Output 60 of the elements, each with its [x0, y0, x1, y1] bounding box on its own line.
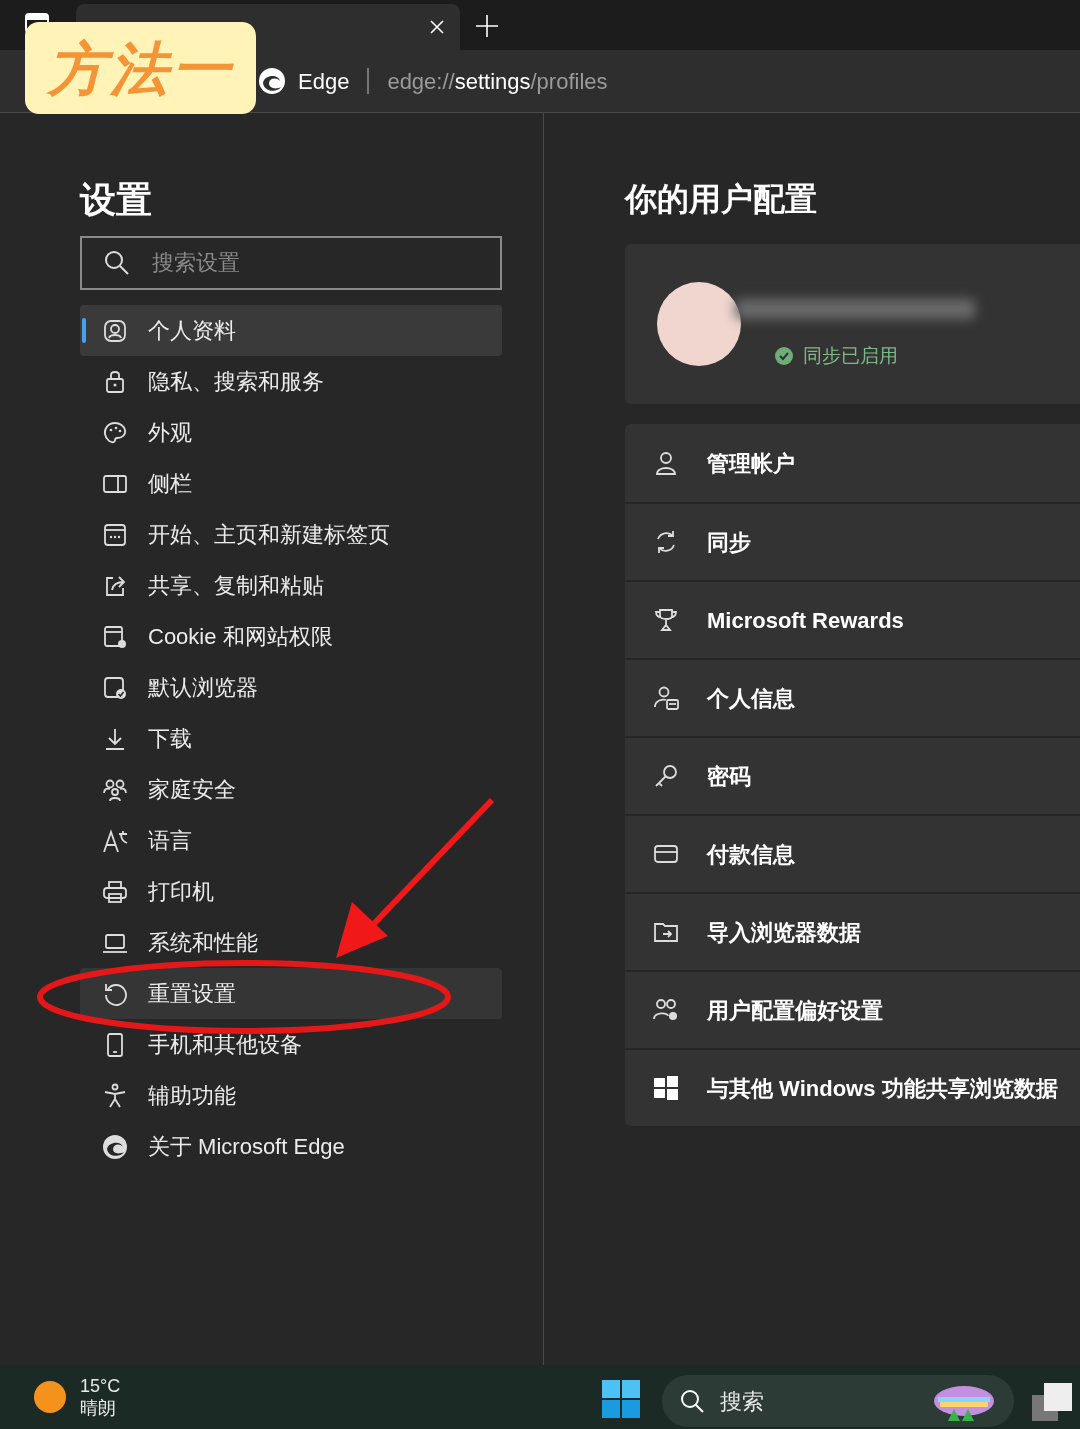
edge-logo-icon [102, 1133, 128, 1160]
settings-row[interactable]: 管理帐户 [625, 424, 1080, 502]
sun-icon [34, 1381, 66, 1413]
profiles-title: 你的用户配置 [625, 180, 818, 219]
person-icon [102, 317, 128, 344]
address-text[interactable]: edge://settings/profiles [387, 64, 608, 98]
nav-item[interactable]: 重置设置 [80, 968, 502, 1019]
close-icon[interactable] [430, 20, 444, 34]
sync-status: 同步已启用 [803, 344, 898, 368]
nav-item[interactable]: 家庭安全 [80, 764, 502, 815]
nav-item[interactable]: 关于 Microsoft Edge [80, 1121, 502, 1172]
edge-logo-icon [258, 67, 286, 95]
nav-item[interactable]: 侧栏 [80, 458, 502, 509]
nav-item[interactable]: 系统和性能 [80, 917, 502, 968]
cookie-settings-icon [102, 623, 128, 650]
method-label-overlay: 方法一 [25, 22, 256, 114]
settings-row[interactable]: 个人信息 [625, 658, 1080, 736]
contact-card-icon [653, 685, 679, 711]
settings-title: 设置 [80, 178, 153, 222]
windows-logo-icon [653, 1075, 679, 1101]
temperature[interactable]: 15°C [80, 1375, 121, 1397]
search-field[interactable]: 搜索设置 [80, 236, 502, 290]
new-tab-page-icon [102, 521, 128, 548]
settings-row[interactable]: 付款信息 [625, 814, 1080, 892]
printer-icon [102, 878, 128, 905]
windows-start-icon[interactable] [602, 1380, 640, 1418]
nav-item[interactable]: 共享、复制和粘贴 [80, 560, 502, 611]
settings-row[interactable]: 用户配置偏好设置 [625, 970, 1080, 1048]
nav-item[interactable]: 默认浏览器 [80, 662, 502, 713]
settings-row[interactable]: Microsoft Rewards [625, 580, 1080, 658]
nav-item[interactable]: Cookie 和网站权限 [80, 611, 502, 662]
new-tab-icon[interactable] [476, 15, 498, 37]
search-icon [104, 250, 130, 276]
nav-item[interactable]: 语言 [80, 815, 502, 866]
person-icon [653, 450, 679, 476]
check-icon [775, 347, 793, 366]
task-view-icon[interactable] [1032, 1383, 1072, 1423]
nav-item[interactable]: 下载 [80, 713, 502, 764]
nav-item[interactable]: 外观 [80, 407, 502, 458]
nav-item[interactable]: 开始、主页和新建标签页 [80, 509, 502, 560]
trophy-icon [653, 607, 679, 633]
nav-item[interactable]: 打印机 [80, 866, 502, 917]
nav-item[interactable]: 个人资料 [80, 305, 502, 356]
settings-row[interactable]: 同步 [625, 502, 1080, 580]
search-icon [680, 1389, 704, 1413]
palette-icon [102, 419, 128, 446]
weather-text[interactable]: 晴朗 [80, 1397, 121, 1419]
accessibility-icon [102, 1082, 128, 1109]
nav-item[interactable]: 手机和其他设备 [80, 1019, 502, 1070]
nav-item[interactable]: 隐私、搜索和服务 [80, 356, 502, 407]
key-icon [653, 763, 679, 789]
taskbar-search[interactable]: 搜索 [662, 1375, 1014, 1427]
settings-row[interactable]: 导入浏览器数据 [625, 892, 1080, 970]
people-settings-icon [653, 997, 679, 1023]
nav-item[interactable]: 辅助功能 [80, 1070, 502, 1121]
site-name: Edge [298, 67, 350, 96]
settings-row[interactable]: 与其他 Windows 功能共享浏览数据 [625, 1048, 1080, 1126]
rainbow-cloud-icon [932, 1383, 996, 1421]
settings-row[interactable]: 密码 [625, 736, 1080, 814]
browser-check-icon [102, 674, 128, 701]
